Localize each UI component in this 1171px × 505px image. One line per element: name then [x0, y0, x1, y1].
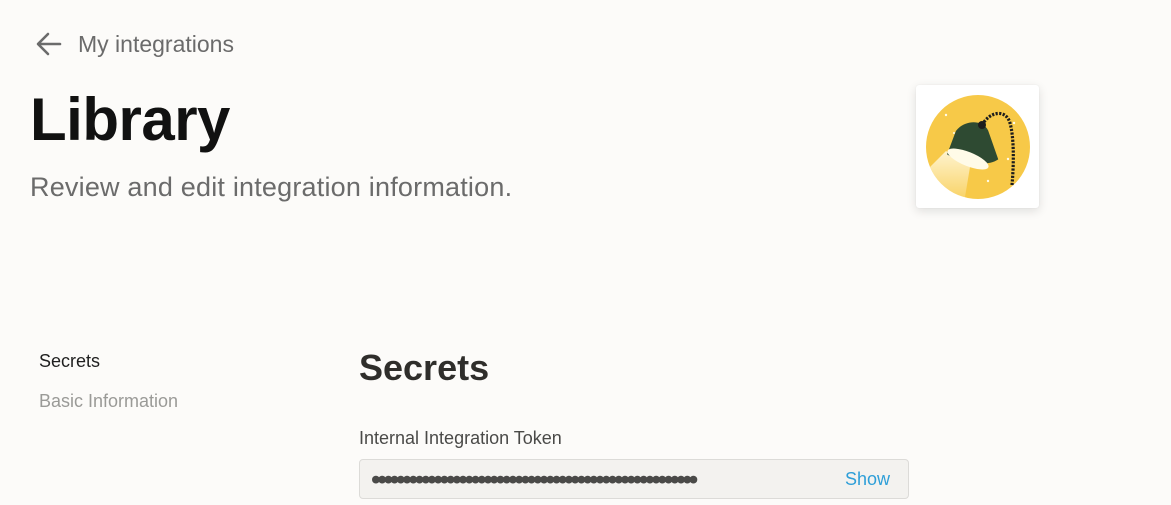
page-title: Library	[30, 86, 230, 153]
show-token-button[interactable]: Show	[845, 469, 890, 490]
integration-logo[interactable]	[916, 85, 1039, 208]
arrow-left-icon	[34, 29, 64, 59]
sidebar-item-basic-information[interactable]: Basic Information	[39, 388, 178, 414]
settings-sidebar: Secrets Basic Information	[39, 348, 178, 428]
integration-token-field[interactable]: ●●●●●●●●●●●●●●●●●●●●●●●●●●●●●●●●●●●●●●●●…	[359, 459, 909, 499]
back-link-label: My integrations	[78, 31, 234, 57]
back-to-integrations-link[interactable]: My integrations	[34, 26, 234, 62]
token-field-label: Internal Integration Token	[359, 428, 562, 448]
desk-lamp-icon	[925, 94, 1030, 199]
integration-settings-page: My integrations Library Review and edit …	[0, 0, 1171, 505]
token-masked-value: ●●●●●●●●●●●●●●●●●●●●●●●●●●●●●●●●●●●●●●●●…	[372, 471, 697, 487]
section-title: Secrets	[359, 347, 490, 388]
sidebar-item-secrets[interactable]: Secrets	[39, 348, 178, 374]
page-subtitle: Review and edit integration information.	[30, 172, 513, 202]
